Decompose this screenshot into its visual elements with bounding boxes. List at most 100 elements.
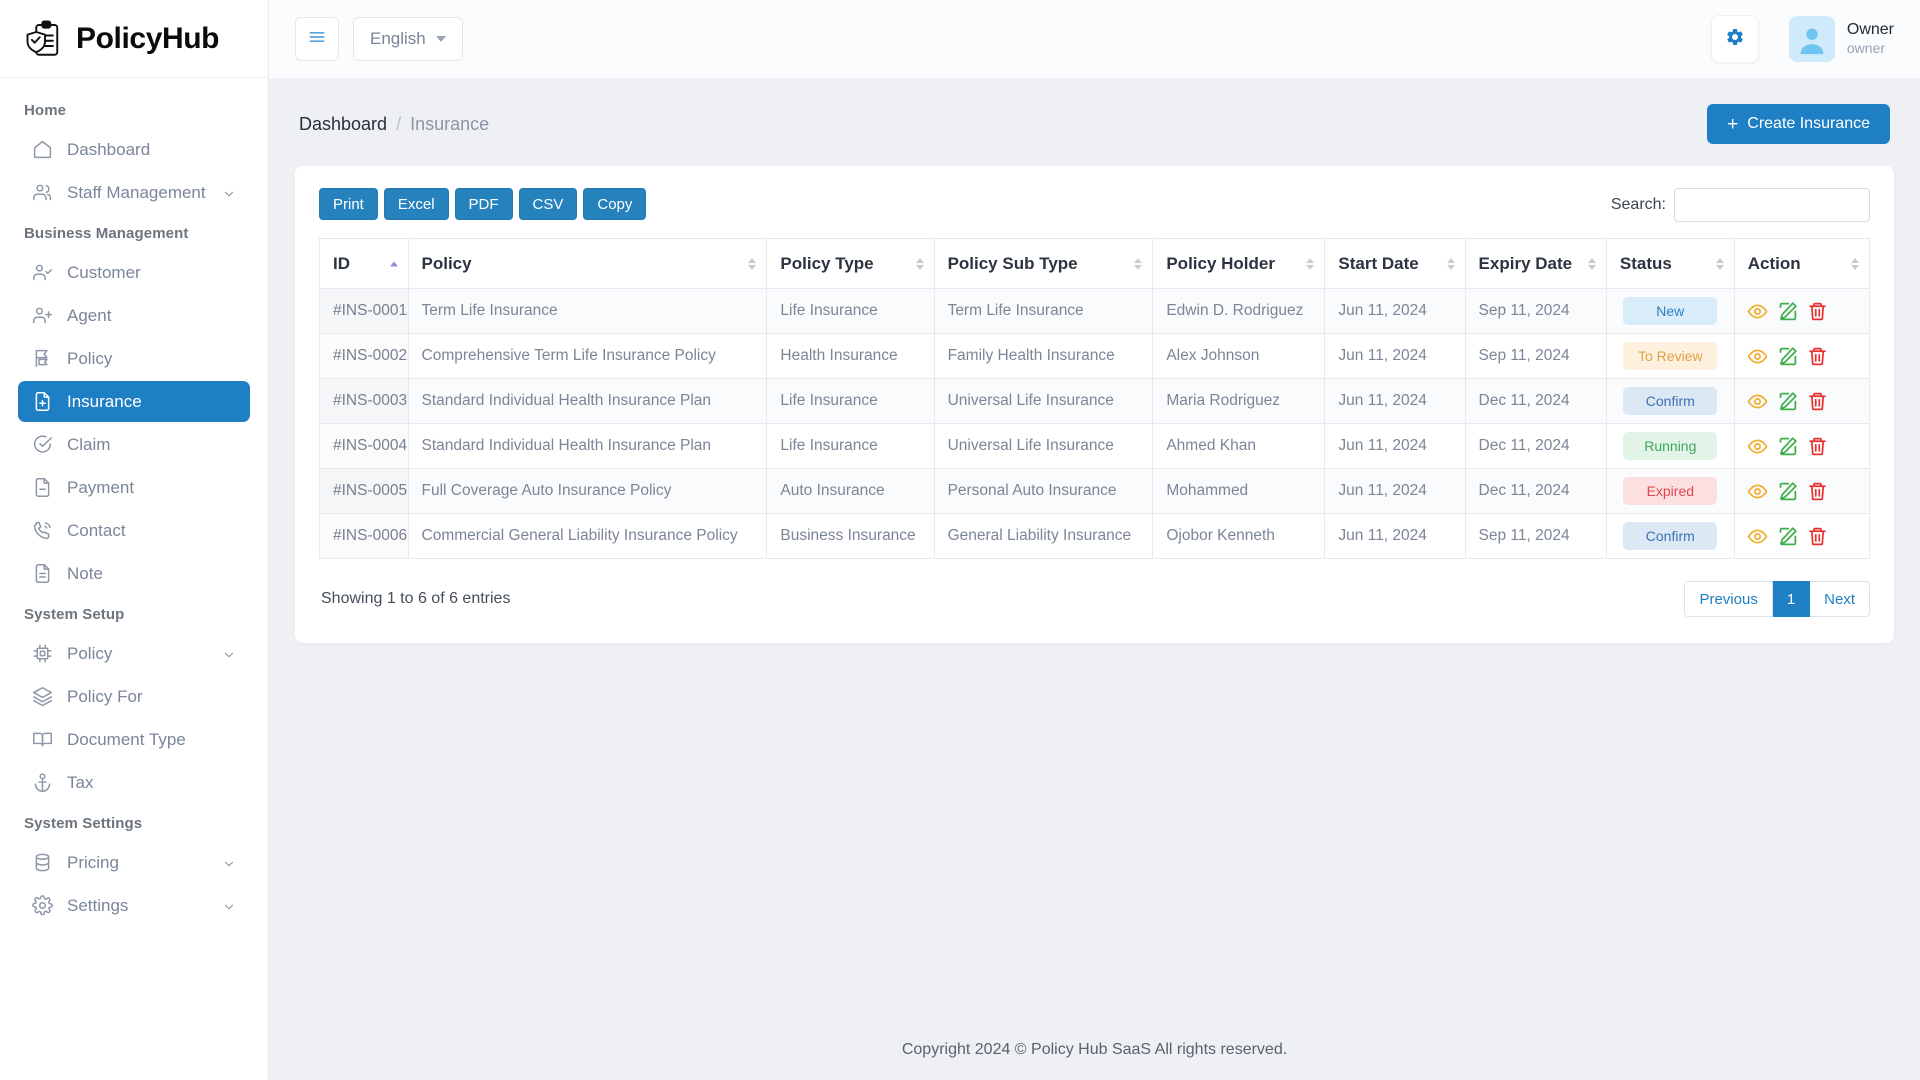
status-badge: Confirm	[1623, 387, 1717, 415]
user-profile[interactable]: Owner owner	[1789, 16, 1894, 62]
column-header-policy-holder[interactable]: Policy Holder	[1153, 239, 1325, 289]
edit-icon[interactable]	[1777, 391, 1798, 412]
edit-icon[interactable]	[1777, 481, 1798, 502]
sidebar-item-label: Pricing	[67, 853, 208, 873]
cell-policy-holder: Maria Rodriguez	[1153, 379, 1325, 424]
cell-action	[1734, 424, 1869, 469]
entries-info: Showing 1 to 6 of 6 entries	[319, 590, 510, 608]
cell-start-date: Jun 11, 2024	[1325, 424, 1465, 469]
sidebar-item-staff-management[interactable]: Staff Management	[18, 172, 250, 213]
profile-text: Owner owner	[1847, 20, 1894, 58]
cell-action	[1734, 514, 1869, 559]
sidebar-item-policy-business[interactable]: Policy	[18, 338, 250, 379]
sidebar-toggle-button[interactable]	[295, 17, 339, 61]
pdf-button[interactable]: PDF	[455, 188, 513, 220]
sort-arrows-icon	[1306, 258, 1314, 270]
cell-policy: Commercial General Liability Insurance P…	[408, 514, 767, 559]
create-insurance-button[interactable]: + Create Insurance	[1707, 104, 1890, 144]
delete-icon[interactable]	[1807, 481, 1828, 502]
excel-button[interactable]: Excel	[384, 188, 449, 220]
search-input[interactable]	[1674, 188, 1870, 222]
delete-icon[interactable]	[1807, 526, 1828, 547]
view-icon[interactable]	[1747, 481, 1768, 502]
pagination-previous[interactable]: Previous	[1684, 581, 1772, 617]
page-header: Dashboard / Insurance + Create Insurance	[295, 78, 1894, 166]
csv-button[interactable]: CSV	[519, 188, 578, 220]
delete-icon[interactable]	[1807, 391, 1828, 412]
sidebar-item-contact[interactable]: Contact	[18, 510, 250, 551]
home-icon	[32, 139, 53, 160]
view-icon[interactable]	[1747, 346, 1768, 367]
cell-expiry-date: Dec 11, 2024	[1465, 424, 1606, 469]
column-header-start-date[interactable]: Start Date	[1325, 239, 1465, 289]
sidebar-item-note[interactable]: Note	[18, 553, 250, 594]
sidebar-item-claim[interactable]: Claim	[18, 424, 250, 465]
sidebar-item-policy-setup[interactable]: Policy	[18, 633, 250, 674]
sidebar-item-dashboard[interactable]: Dashboard	[18, 129, 250, 170]
app-root: PolicyHub Home Dashboard Staff Managemen…	[0, 0, 1920, 1080]
cell-policy-type: Life Insurance	[767, 289, 934, 334]
delete-icon[interactable]	[1807, 301, 1828, 322]
search-label: Search:	[1611, 196, 1666, 214]
sidebar-item-customer[interactable]: Customer	[18, 252, 250, 293]
column-label: Status	[1620, 254, 1672, 273]
cell-start-date: Jun 11, 2024	[1325, 289, 1465, 334]
cell-id: #INS-0003	[320, 379, 409, 424]
sidebar-item-payment[interactable]: Payment	[18, 467, 250, 508]
book-open-icon	[32, 729, 53, 750]
settings-button[interactable]	[1711, 15, 1759, 63]
sidebar-item-insurance[interactable]: Insurance	[18, 381, 250, 422]
sidebar-item-label: Tax	[67, 773, 236, 793]
cell-action	[1734, 334, 1869, 379]
cell-policy-holder: Ahmed Khan	[1153, 424, 1325, 469]
column-header-policy[interactable]: Policy	[408, 239, 767, 289]
copy-button[interactable]: Copy	[583, 188, 646, 220]
sidebar-item-label: Note	[67, 564, 236, 584]
column-header-id[interactable]: ID	[320, 239, 409, 289]
print-button[interactable]: Print	[319, 188, 378, 220]
sidebar-item-label: Document Type	[67, 730, 236, 750]
edit-icon[interactable]	[1777, 346, 1798, 367]
cell-id: #INS-0004	[320, 424, 409, 469]
view-icon[interactable]	[1747, 436, 1768, 457]
language-selector[interactable]: English	[353, 17, 463, 61]
column-header-policy-type[interactable]: Policy Type	[767, 239, 934, 289]
sidebar-item-agent[interactable]: Agent	[18, 295, 250, 336]
delete-icon[interactable]	[1807, 436, 1828, 457]
sidebar-item-policy-for[interactable]: Policy For	[18, 676, 250, 717]
sort-arrows-icon	[748, 258, 756, 270]
view-icon[interactable]	[1747, 526, 1768, 547]
row-actions	[1747, 526, 1857, 547]
brand-logo-area[interactable]: PolicyHub	[0, 0, 268, 78]
sidebar-item-tax[interactable]: Tax	[18, 762, 250, 803]
clipboard-shield-icon	[24, 18, 66, 60]
delete-icon[interactable]	[1807, 346, 1828, 367]
sidebar-item-document-type[interactable]: Document Type	[18, 719, 250, 760]
edit-icon[interactable]	[1777, 526, 1798, 547]
edit-icon[interactable]	[1777, 436, 1798, 457]
view-icon[interactable]	[1747, 391, 1768, 412]
table-toolbar: Print Excel PDF CSV Copy Search:	[319, 188, 1870, 222]
pagination-next[interactable]: Next	[1810, 581, 1870, 617]
edit-icon[interactable]	[1777, 301, 1798, 322]
cell-action	[1734, 289, 1869, 334]
insurance-table: ID Policy Policy Type	[319, 238, 1870, 559]
view-icon[interactable]	[1747, 301, 1768, 322]
cell-status: New	[1606, 289, 1734, 334]
column-header-action[interactable]: Action	[1734, 239, 1869, 289]
column-header-policy-sub-type[interactable]: Policy Sub Type	[934, 239, 1153, 289]
column-header-status[interactable]: Status	[1606, 239, 1734, 289]
pagination-page-1[interactable]: 1	[1773, 581, 1810, 617]
sidebar-item-settings[interactable]: Settings	[18, 885, 250, 926]
sidebar-item-pricing[interactable]: Pricing	[18, 842, 250, 883]
breadcrumb-dashboard[interactable]: Dashboard	[299, 114, 387, 135]
row-actions	[1747, 481, 1857, 502]
sidebar-item-label: Payment	[67, 478, 236, 498]
table-row: #INS-0004Standard Individual Health Insu…	[320, 424, 1870, 469]
cell-expiry-date: Dec 11, 2024	[1465, 469, 1606, 514]
chevron-down-icon	[222, 856, 236, 870]
column-label: Policy Holder	[1166, 254, 1275, 273]
table-row: #INS-0006Commercial General Liability In…	[320, 514, 1870, 559]
search-area: Search:	[1611, 188, 1870, 222]
column-header-expiry-date[interactable]: Expiry Date	[1465, 239, 1606, 289]
